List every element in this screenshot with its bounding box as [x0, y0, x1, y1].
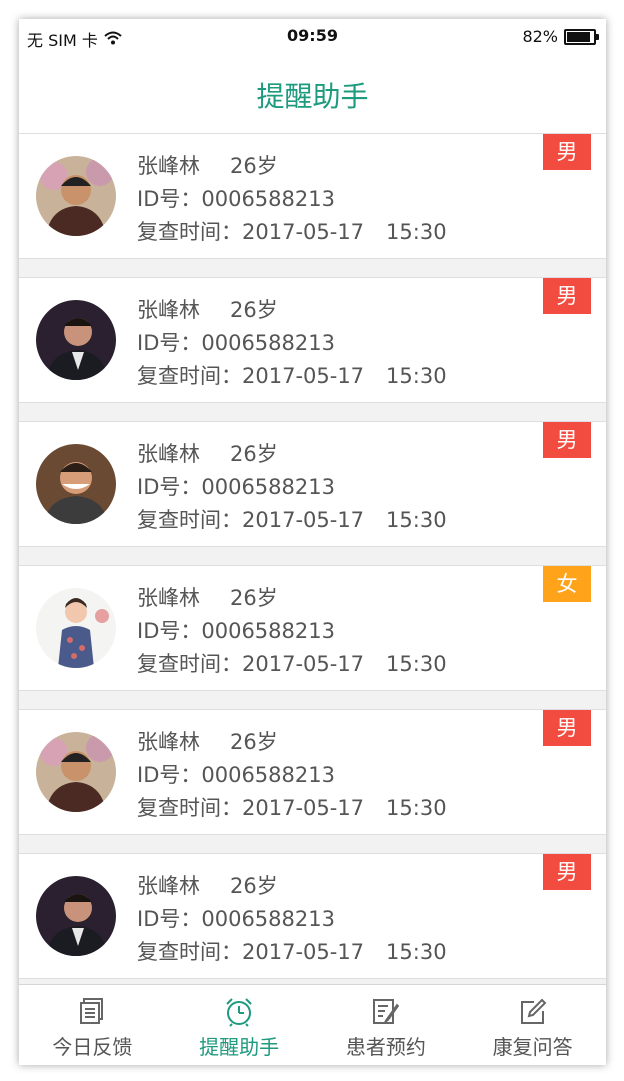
review-time: 15:30	[386, 508, 447, 532]
gender-badge: 女	[543, 566, 591, 602]
tab-label: 提醒助手	[199, 1035, 280, 1059]
notepad-pen-icon	[371, 997, 401, 1032]
patient-age: 26岁	[230, 730, 278, 754]
navigation-bar: 提醒助手	[19, 55, 606, 134]
gender-badge: 男	[543, 134, 591, 170]
tab-patient-appointment[interactable]: 患者预约	[313, 985, 460, 1065]
patient-id: ID号：0006588213	[137, 187, 335, 211]
review-time-row: 复查时间：2017-05-17 15:30	[137, 792, 447, 825]
review-time-row: 复查时间：2017-05-17 15:30	[137, 648, 447, 681]
phone-screen: 无 SIM 卡 09:59 82% 提醒助手 张峰林 26岁 ID号：0006588…	[19, 19, 606, 1065]
patient-info: 张峰林 26岁 ID号：0006588213 复查时间：2017-05-17 15:30	[137, 438, 447, 537]
patient-id: ID号：0006588213	[137, 763, 335, 787]
name-row: 张峰林 26岁	[137, 870, 447, 903]
tab-bar: 今日反馈 提醒助手 患者预约 康复问答	[19, 984, 606, 1065]
tab-label: 今日反馈	[52, 1035, 133, 1059]
patient-age: 26岁	[230, 154, 278, 178]
patient-id: ID号：0006588213	[137, 619, 335, 643]
name-row: 张峰林 26岁	[137, 438, 447, 471]
name-row: 张峰林 26岁	[137, 150, 447, 183]
patient-id: ID号：0006588213	[137, 475, 335, 499]
review-date: 复查时间：2017-05-17	[137, 940, 365, 964]
review-date: 复查时间：2017-05-17	[137, 652, 365, 676]
gender-badge: 男	[543, 278, 591, 314]
review-time: 15:30	[386, 364, 447, 388]
patient-info: 张峰林 26岁 ID号：0006588213 复查时间：2017-05-17 15:30	[137, 294, 447, 393]
gender-badge: 男	[543, 422, 591, 458]
name-row: 张峰林 26岁	[137, 726, 447, 759]
patient-id: ID号：0006588213	[137, 907, 335, 931]
patient-name: 张峰林	[137, 586, 200, 610]
battery-icon	[564, 28, 599, 45]
tab-label: 患者预约	[345, 1035, 426, 1059]
patient-info: 张峰林 26岁 ID号：0006588213 复查时间：2017-05-17 15:30	[137, 726, 447, 825]
tab-label: 康复问答	[492, 1035, 573, 1059]
review-time: 15:30	[386, 940, 447, 964]
patient-card[interactable]: 张峰林 26岁 ID号：0006588213 复查时间：2017-05-17 15:30…	[19, 277, 606, 403]
patient-info: 张峰林 26岁 ID号：0006588213 复查时间：2017-05-17 15:30	[137, 582, 447, 681]
tab-today-feedback[interactable]: 今日反馈	[19, 985, 166, 1065]
gender-badge: 男	[543, 854, 591, 890]
name-row: 张峰林 26岁	[137, 294, 447, 327]
battery-percent: 82%	[522, 27, 558, 46]
avatar	[36, 444, 116, 524]
patient-name: 张峰林	[137, 730, 200, 754]
avatar	[36, 588, 116, 668]
review-date: 复查时间：2017-05-17	[137, 220, 365, 244]
patient-card[interactable]: 张峰林 26岁 ID号：0006588213 复查时间：2017-05-17 15:30…	[19, 133, 606, 259]
patient-age: 26岁	[230, 442, 278, 466]
edit-square-icon	[518, 997, 548, 1032]
tab-rehab-qa[interactable]: 康复问答	[459, 985, 606, 1065]
patient-name: 张峰林	[137, 442, 200, 466]
patient-name: 张峰林	[137, 298, 200, 322]
patient-name: 张峰林	[137, 154, 200, 178]
patient-list: 张峰林 26岁 ID号：0006588213 复查时间：2017-05-17 15:30…	[19, 133, 606, 997]
review-time: 15:30	[386, 796, 447, 820]
patient-id: ID号：0006588213	[137, 331, 335, 355]
patient-age: 26岁	[230, 874, 278, 898]
review-date: 复查时间：2017-05-17	[137, 364, 365, 388]
review-time-row: 复查时间：2017-05-17 15:30	[137, 504, 447, 537]
patient-info: 张峰林 26岁 ID号：0006588213 复查时间：2017-05-17 15:30	[137, 150, 447, 249]
name-row: 张峰林 26岁	[137, 582, 447, 615]
avatar	[36, 300, 116, 380]
review-date: 复查时间：2017-05-17	[137, 508, 365, 532]
patient-card[interactable]: 张峰林 26岁 ID号：0006588213 复查时间：2017-05-17 15:30…	[19, 853, 606, 979]
patient-age: 26岁	[230, 586, 278, 610]
avatar	[36, 876, 116, 956]
gender-badge: 男	[543, 710, 591, 746]
review-time-row: 复查时间：2017-05-17 15:30	[137, 360, 447, 393]
review-time: 15:30	[386, 652, 447, 676]
status-bar: 无 SIM 卡 09:59 82%	[19, 19, 606, 55]
status-time: 09:59	[287, 26, 338, 45]
review-time-row: 复查时间：2017-05-17 15:30	[137, 936, 447, 969]
review-time-row: 复查时间：2017-05-17 15:30	[137, 216, 447, 249]
page-title: 提醒助手	[256, 80, 369, 113]
patient-card[interactable]: 张峰林 26岁 ID号：0006588213 复查时间：2017-05-17 15:30…	[19, 421, 606, 547]
patient-card[interactable]: 张峰林 26岁 ID号：0006588213 复查时间：2017-05-17 15:30…	[19, 709, 606, 835]
patient-card[interactable]: 张峰林 26岁 ID号：0006588213 复查时间：2017-05-17 15:30…	[19, 565, 606, 691]
avatar	[36, 732, 116, 812]
review-time: 15:30	[386, 220, 447, 244]
avatar	[36, 156, 116, 236]
patient-age: 26岁	[230, 298, 278, 322]
status-right: 82%	[522, 27, 599, 46]
alarm-clock-icon	[224, 997, 254, 1032]
patient-info: 张峰林 26岁 ID号：0006588213 复查时间：2017-05-17 15:30	[137, 870, 447, 969]
tab-reminder-assistant[interactable]: 提醒助手	[166, 985, 313, 1065]
document-stack-icon	[78, 997, 106, 1030]
review-date: 复查时间：2017-05-17	[137, 796, 365, 820]
patient-name: 张峰林	[137, 874, 200, 898]
